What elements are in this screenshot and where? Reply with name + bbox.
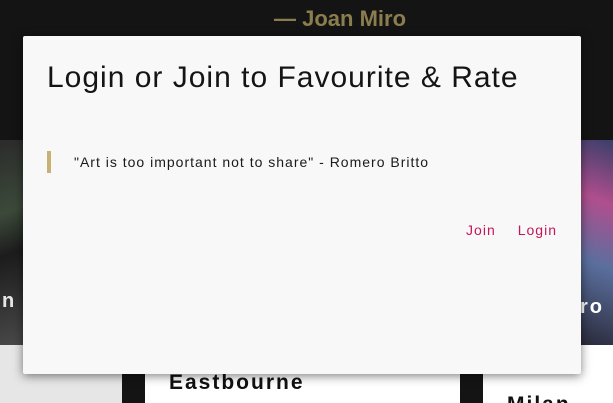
artwork-card-left[interactable]: n [0, 140, 24, 345]
artwork-card-right-title: ro [580, 296, 604, 318]
login-button[interactable]: Login [518, 222, 557, 238]
artwork-card-right[interactable]: ro [580, 140, 613, 345]
artwork-card-left-title: n [2, 290, 15, 312]
page: — Joan Miro n ro Eastbourne Milan Login … [0, 0, 613, 403]
gallery-city-label: Eastbourne [169, 371, 305, 394]
modal-actions: Join Login [466, 222, 557, 238]
modal-quote: "Art is too important not to share" - Ro… [47, 151, 429, 173]
gallery-city-label: Milan [507, 393, 571, 403]
quote-attribution: — Joan Miro [274, 6, 407, 31]
modal-title: Login or Join to Favourite & Rate [47, 61, 519, 94]
join-button[interactable]: Join [466, 222, 496, 238]
login-modal: Login or Join to Favourite & Rate "Art i… [23, 36, 581, 374]
